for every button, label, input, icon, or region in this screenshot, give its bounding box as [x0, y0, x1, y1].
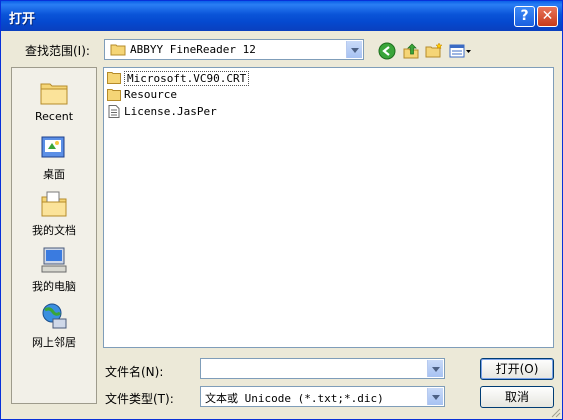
- lookin-label: 查找范围(I):: [25, 44, 90, 58]
- places-bar: Recent 桌面 我的文档 我的电脑 网上邻居: [11, 67, 97, 404]
- place-my-computer[interactable]: 我的电脑: [12, 244, 96, 300]
- file-name: Microsoft.VC90.CRT: [124, 71, 250, 86]
- filetype-label: 文件类型(T):: [105, 392, 174, 406]
- close-button[interactable]: ✕: [537, 6, 558, 27]
- filetype-combobox[interactable]: 文本或 Unicode (*.txt;*.dic): [200, 386, 445, 407]
- filetype-dropdown-arrow[interactable]: [427, 388, 443, 405]
- place-label: 我的电脑: [32, 280, 76, 293]
- desktop-icon: [41, 136, 65, 158]
- filename-label: 文件名(N):: [105, 365, 164, 379]
- place-recent[interactable]: Recent: [12, 76, 96, 132]
- open-button[interactable]: 打开(O): [480, 358, 554, 380]
- lookin-dropdown-arrow[interactable]: [346, 41, 362, 58]
- place-my-documents[interactable]: 我的文档: [12, 188, 96, 244]
- file-name: Resource: [124, 88, 177, 101]
- help-button[interactable]: ?: [514, 6, 535, 27]
- place-desktop[interactable]: 桌面: [12, 132, 96, 188]
- place-network[interactable]: 网上邻居: [12, 300, 96, 356]
- file-name: License.JasPer: [124, 105, 217, 118]
- recent-folder-icon: [40, 83, 68, 105]
- my-documents-icon: [41, 191, 67, 217]
- open-dialog: 打开 ? ✕ 查找范围(I): ABBYY FineReader 12 Rece…: [0, 0, 563, 420]
- resize-grip-icon[interactable]: [549, 406, 561, 418]
- folder-icon: [107, 89, 121, 101]
- lookin-combobox[interactable]: ABBYY FineReader 12: [104, 39, 364, 60]
- new-folder-icon[interactable]: [425, 42, 443, 60]
- filename-combobox[interactable]: [200, 358, 445, 379]
- network-places-icon: [42, 303, 67, 329]
- place-label: Recent: [34, 110, 74, 123]
- place-label: 桌面: [43, 168, 65, 181]
- place-label: 我的文档: [32, 224, 76, 237]
- lookin-value: ABBYY FineReader 12: [130, 43, 256, 56]
- filetype-value: 文本或 Unicode (*.txt;*.dic): [205, 392, 384, 405]
- my-computer-icon: [41, 247, 67, 273]
- view-menu-icon[interactable]: [449, 42, 473, 60]
- back-icon[interactable]: [378, 42, 396, 60]
- folder-icon: [107, 72, 121, 84]
- folder-icon: [110, 44, 126, 56]
- filename-dropdown-arrow[interactable]: [427, 360, 443, 377]
- place-label: 网上邻居: [32, 336, 76, 349]
- text-file-icon: [108, 105, 120, 118]
- up-folder-icon[interactable]: [402, 42, 420, 60]
- cancel-button[interactable]: 取消: [480, 386, 554, 408]
- file-list[interactable]: Microsoft.VC90.CRT Resource License.JasP…: [103, 67, 554, 348]
- window-title: 打开: [9, 12, 36, 27]
- title-bar[interactable]: 打开 ? ✕: [1, 1, 562, 31]
